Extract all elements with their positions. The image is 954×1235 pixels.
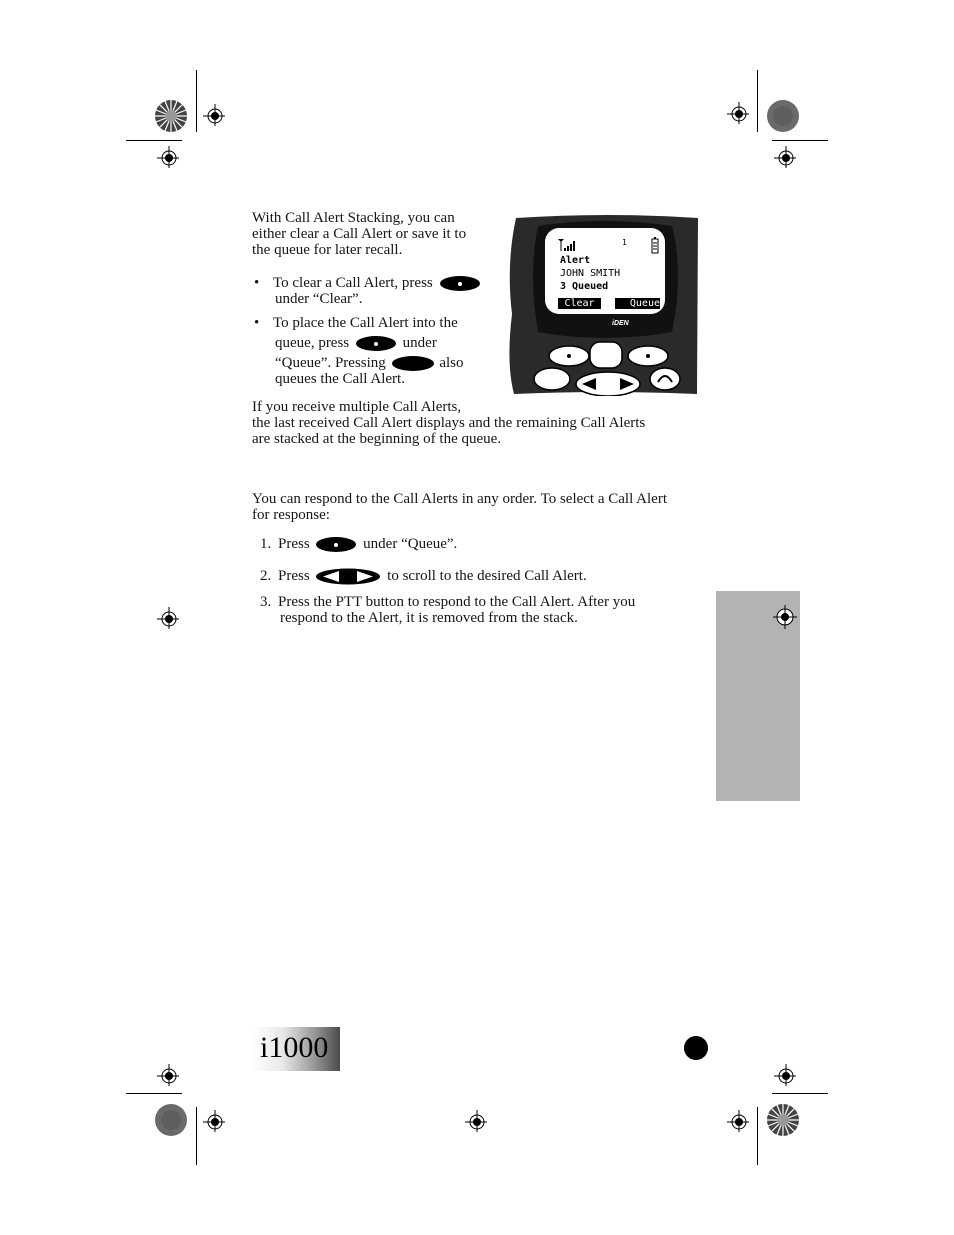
battery-icon (651, 237, 659, 254)
phone-illustration: iDEN 1 Alert JOHN SMITH 3 Queued Clear Q… (508, 214, 700, 396)
soft-key-right-icon (316, 537, 357, 553)
step-3: 3. Press the PTT button to respond to th… (260, 594, 635, 626)
step-number: 3. (260, 594, 272, 610)
bullet-text: under “Clear”. (275, 291, 363, 308)
model-label: i1000 (252, 1027, 340, 1071)
registration-mark-icon (774, 1064, 796, 1086)
step-number: 1. (260, 536, 272, 552)
bullet-text: To clear a Call Alert, press (273, 275, 433, 291)
soft-key-right-icon (355, 336, 396, 352)
send-key[interactable] (533, 367, 571, 391)
soft-key-left-icon (439, 276, 480, 292)
registration-mark-icon (727, 102, 749, 124)
screen-line-name: JOHN SMITH (560, 268, 621, 279)
bullet-symbol: • (254, 275, 260, 291)
registration-mark-icon (203, 1110, 225, 1132)
intro-line: the queue for later recall. (252, 242, 403, 258)
step-text: Press (278, 536, 310, 552)
step-2: 2. Press to scroll to the desired Call A… (260, 568, 587, 585)
bullet-clear: • To clear a Call Alert, press under “Cl… (254, 275, 480, 307)
page-marker-dot (684, 1036, 708, 1060)
bullet-text: To place the Call Alert into the (273, 315, 458, 331)
step-text: respond to the Alert, it is removed from… (280, 610, 578, 626)
intro-paragraph: With Call Alert Stacking, you can either… (252, 210, 466, 258)
bullet-text: “Queue”. Pressing (275, 355, 386, 372)
registration-mark-icon (465, 1110, 487, 1132)
chapter-side-tab (716, 591, 800, 801)
menu-key-icon (391, 356, 434, 372)
grey-target-icon (155, 1104, 187, 1136)
registration-mark-icon (157, 1064, 179, 1086)
line-indicator: 1 (622, 238, 627, 247)
crop-line (196, 70, 197, 132)
bullet-symbol: • (254, 315, 260, 331)
paragraph-line: for response: (252, 507, 330, 523)
intro-line: With Call Alert Stacking, you can (252, 210, 455, 226)
registration-mark-icon (157, 607, 179, 629)
step-1: 1. Press under “Queue”. (260, 536, 458, 553)
scroll-key-icon (316, 568, 381, 585)
signal-strength-icon (558, 239, 575, 251)
registration-mark-icon (203, 104, 225, 126)
brand-logo: iDEN (612, 320, 630, 327)
end-key[interactable] (649, 367, 681, 391)
crop-line (772, 1093, 828, 1094)
crop-line (196, 1107, 197, 1165)
bullet-text: queue, press (275, 335, 350, 351)
registration-mark-icon (157, 146, 179, 168)
crop-line (757, 70, 758, 132)
paragraph-line: are stacked at the beginning of the queu… (252, 431, 502, 447)
screen-line-title: Alert (560, 255, 591, 266)
paragraph-line: If you receive multiple Call Alerts, (252, 399, 462, 415)
intro-line: either clear a Call Alert or save it to (252, 226, 467, 242)
phone-body: iDEN (509, 215, 698, 396)
menu-key[interactable] (589, 341, 623, 369)
step-text: Press the PTT button to respond to the C… (278, 594, 636, 610)
starburst-target-icon (155, 100, 187, 132)
model-name: i1000 (260, 1031, 329, 1064)
step-number: 2. (260, 568, 272, 584)
starburst-target-icon (767, 1104, 799, 1136)
bullet-text: under (402, 335, 437, 351)
grey-target-icon (767, 100, 799, 132)
crop-line (126, 140, 182, 141)
step-text: Press (278, 568, 310, 584)
registration-mark-icon (727, 1110, 749, 1132)
step-text: to scroll to the desired Call Alert. (387, 568, 587, 584)
multiple-alerts-paragraph: If you receive multiple Call Alerts, the… (252, 399, 645, 447)
crop-line (757, 1107, 758, 1165)
paragraph-line: You can respond to the Call Alerts in an… (252, 491, 667, 507)
crop-line (126, 1093, 182, 1094)
softkey-clear-label: Clear (558, 298, 601, 309)
bullet-text: also (439, 355, 464, 372)
screen-line-queued: 3 Queued (560, 281, 609, 292)
bullet-text: queues the Call Alert. (275, 371, 405, 388)
crop-line (772, 140, 828, 141)
paragraph-line: the last received Call Alert displays an… (252, 415, 646, 431)
softkey-queue-label: Queue (615, 298, 660, 309)
registration-mark-icon (774, 146, 796, 168)
respond-paragraph: You can respond to the Call Alerts in an… (252, 491, 667, 523)
registration-mark-icon (773, 605, 797, 629)
bullet-queue: • To place the Call Alert into the queue… (254, 315, 463, 387)
step-text: under “Queue”. (363, 536, 458, 552)
